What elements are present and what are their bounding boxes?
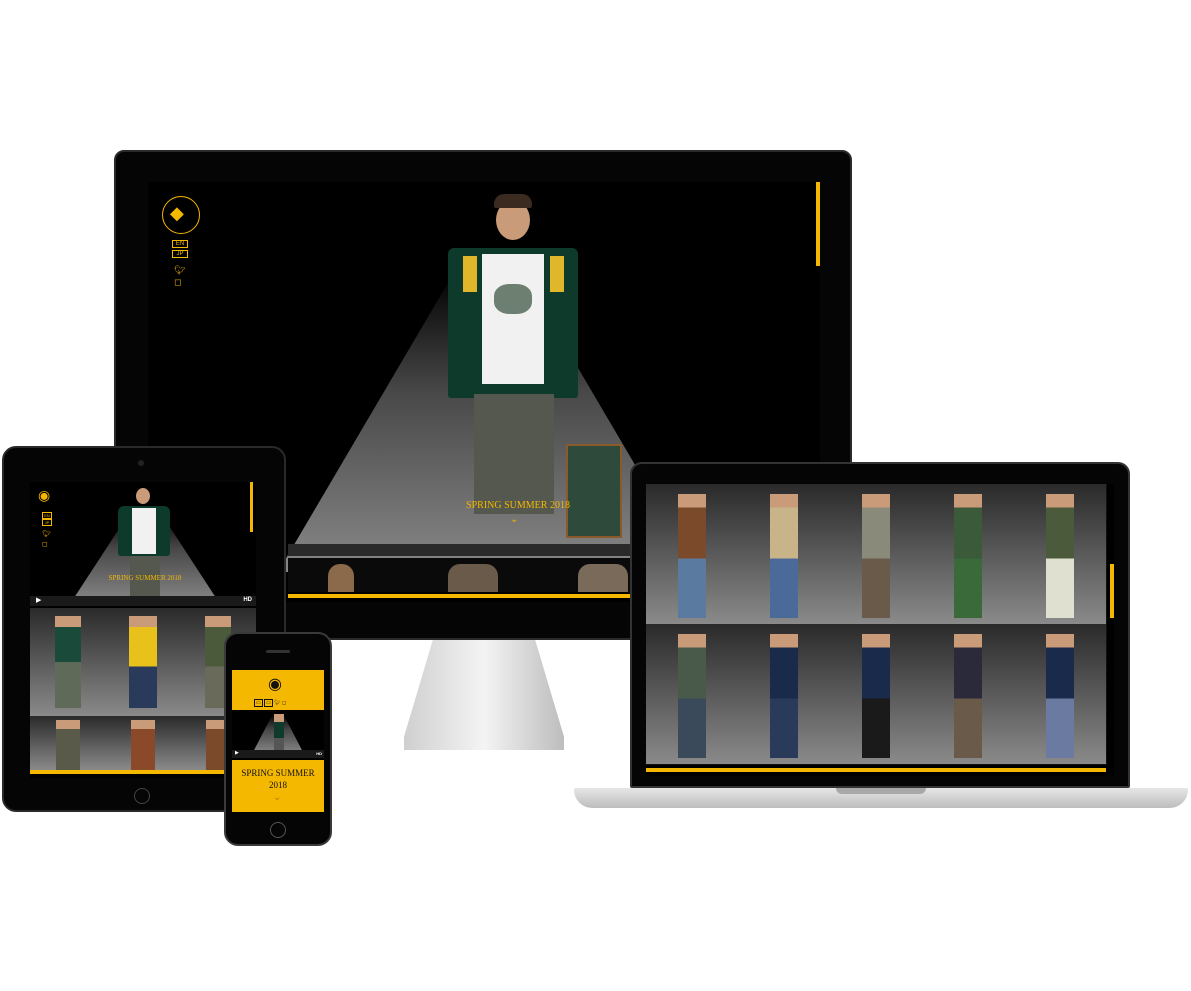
runway-model [770,494,798,618]
laptop-scrollbar[interactable] [1110,564,1114,618]
thumbnail[interactable] [328,564,354,592]
brand-logo[interactable]: ◆ [162,196,200,234]
tablet-scrollbar[interactable] [250,482,253,532]
instagram-icon[interactable]: ◻ [174,278,181,288]
language-switch: EN JP [42,512,52,526]
gallery-tile[interactable] [922,624,1015,765]
chevron-down-icon[interactable]: ⌄ [273,792,281,803]
phone-home-button[interactable] [270,822,286,838]
phone-screen: ◉ ▭ ▭ 🐦︎ ◻ ▶ HD SPRING SUMMER 2018 ⌄ [232,670,324,812]
instagram-icon[interactable]: ◻ [42,540,48,548]
twitter-icon[interactable]: 🐦︎ [274,700,280,706]
gallery-tile[interactable] [30,608,106,717]
hero-title: SPRING SUMMER 2018 [108,574,182,582]
tablet-camera [138,460,144,466]
phone-device: ◉ ▭ ▭ 🐦︎ ◻ ▶ HD SPRING SUMMER 2018 ⌄ [224,632,332,846]
lang-en-button[interactable]: EN [172,240,188,248]
gallery-tile[interactable] [30,716,106,771]
play-icon[interactable]: ▶ [36,596,41,604]
hero-title-line1: SPRING SUMMER [241,768,315,778]
runway-model [862,634,890,758]
phone-speaker [266,650,290,653]
tablet-screen: ◉ EN JP 🐦︎ ◻ SPRING SUMMER 2018 ▶ HD [30,482,256,778]
runway-model [678,634,706,758]
runway-model [1046,634,1074,758]
lang-en-button[interactable]: EN [42,512,52,519]
desktop-scrollbar[interactable] [816,182,820,266]
runway-model [678,494,706,618]
phone-hero-video[interactable]: ▶ HD [232,710,324,760]
play-icon[interactable]: ▶ [235,750,239,756]
gallery-tile[interactable] [646,484,739,625]
hero-title-line2: 2018 [269,780,287,790]
gallery-tile[interactable] [830,484,923,625]
runway-model [954,634,982,758]
lang-jp-button[interactable]: JP [42,519,52,526]
runway-model [862,494,890,618]
tablet-home-button[interactable] [134,788,150,804]
gallery-tile[interactable] [1014,624,1107,765]
gallery-tile[interactable] [738,484,831,625]
laptop-device [574,462,1188,816]
phone-nav-icons: ▭ ▭ 🐦︎ ◻ [254,699,304,707]
twitter-icon[interactable]: 🐦︎ [42,530,51,538]
elephant-logo-icon: ◆ [170,203,184,224]
monitor-stand [404,640,564,750]
elephant-logo-icon[interactable]: ◉ [38,488,50,504]
lang-en-button[interactable]: ▭ [254,699,263,707]
gallery-tile[interactable] [1014,484,1107,625]
gallery-tile[interactable] [738,624,831,765]
video-quality-button[interactable]: HD [316,751,322,756]
gallery-tile[interactable] [922,484,1015,625]
video-control-bar: ▶ HD [232,750,324,758]
gallery-tile[interactable] [105,608,181,717]
lang-jp-button[interactable]: ▭ [264,699,273,707]
gallery-tile[interactable] [646,624,739,765]
gallery-tile[interactable] [105,716,181,771]
gallery-tile[interactable] [830,624,923,765]
twitter-icon[interactable]: 🐦︎ [174,266,185,276]
laptop-bottom-gold-bar [646,768,1106,772]
thumbnail[interactable] [448,564,498,592]
runway-model [770,634,798,758]
chevron-down-icon[interactable]: ⌄ [510,514,518,525]
language-switch: EN JP [172,240,188,258]
tablet-bottom-gold-bar [30,770,256,774]
video-control-bar: ▶ HD [30,596,256,606]
elephant-logo-icon[interactable]: ◉ [268,674,282,693]
runway-model [1046,494,1074,618]
instagram-icon[interactable]: ◻ [282,700,286,706]
laptop-screen [646,484,1114,776]
runway-model [954,494,982,618]
laptop-notch [836,788,926,794]
video-quality-button[interactable]: HD [243,597,252,603]
lang-jp-button[interactable]: JP [172,250,188,258]
